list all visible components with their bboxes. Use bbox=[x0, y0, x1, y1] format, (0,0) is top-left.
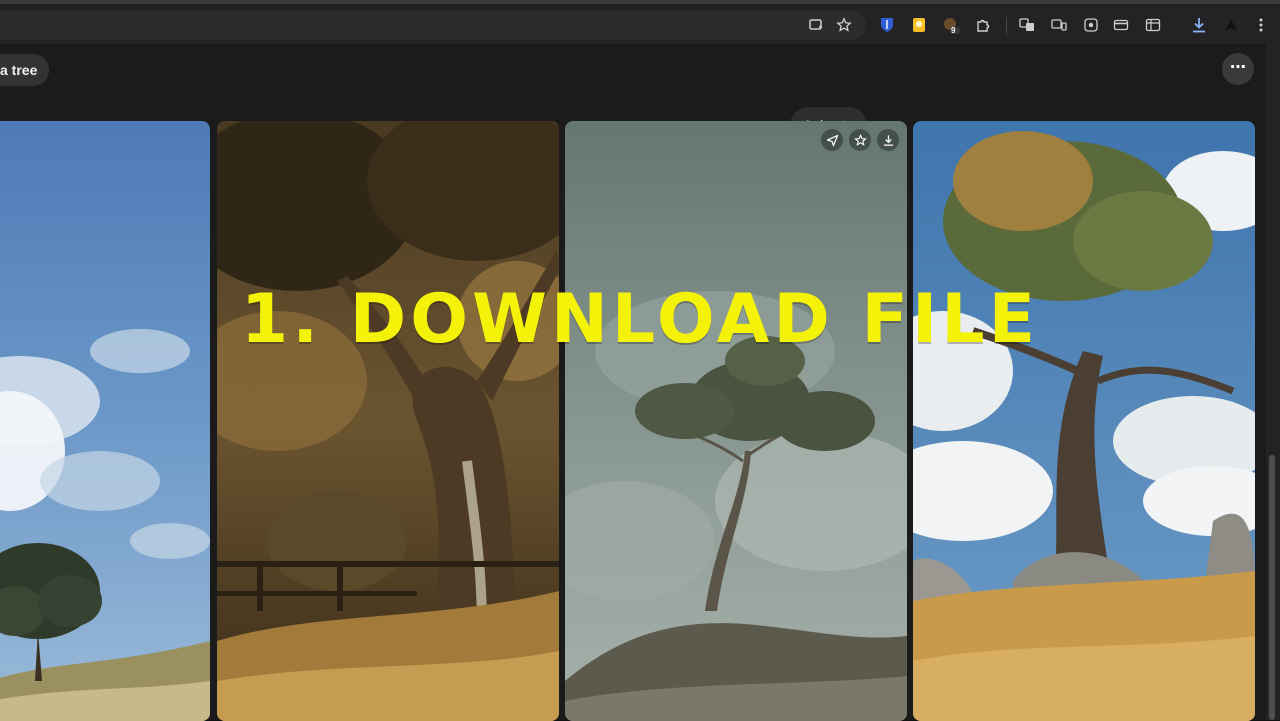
scrollbar-thumb[interactable] bbox=[1269, 455, 1275, 720]
sidepanel-icon[interactable] bbox=[1144, 16, 1162, 34]
tree-image-4-picture bbox=[913, 121, 1255, 721]
translate-icon[interactable] bbox=[1018, 16, 1036, 34]
card-icon[interactable] bbox=[1112, 16, 1130, 34]
download-icon[interactable] bbox=[877, 129, 899, 151]
puzzle-icon[interactable] bbox=[974, 16, 992, 34]
toolbar-divider bbox=[1006, 17, 1007, 35]
devices-icon[interactable] bbox=[1050, 16, 1068, 34]
more-options-button[interactable]: ⋯ bbox=[1222, 53, 1254, 85]
share-icon[interactable] bbox=[821, 129, 843, 151]
cast-icon[interactable] bbox=[808, 17, 824, 33]
address-bar[interactable] bbox=[0, 10, 866, 40]
keep-icon[interactable] bbox=[910, 16, 928, 34]
screenshot-icon[interactable] bbox=[1082, 16, 1100, 34]
download-icon[interactable] bbox=[1190, 16, 1208, 34]
prompt-chip[interactable]: a tree bbox=[0, 54, 50, 86]
image-actions bbox=[821, 129, 899, 151]
tree-image-1-picture bbox=[0, 121, 210, 721]
extension-badge-icon[interactable]: 9 bbox=[942, 16, 960, 35]
bitwarden-icon[interactable] bbox=[878, 16, 896, 34]
profile-icon[interactable] bbox=[1222, 16, 1240, 34]
menu-icon[interactable] bbox=[1252, 16, 1270, 34]
tree-image-4[interactable] bbox=[913, 121, 1255, 721]
browser-toolbar: 9 bbox=[0, 0, 1280, 44]
tree-image-3[interactable] bbox=[565, 121, 907, 721]
extension-badge-count: 9 bbox=[951, 26, 956, 35]
favorite-icon[interactable] bbox=[849, 129, 871, 151]
tree-image-3-picture bbox=[565, 121, 907, 721]
tree-image-1[interactable] bbox=[0, 121, 210, 721]
tree-image-2[interactable] bbox=[217, 121, 559, 721]
tree-image-2-picture bbox=[217, 121, 559, 721]
bookmark-star-icon[interactable] bbox=[836, 17, 852, 33]
